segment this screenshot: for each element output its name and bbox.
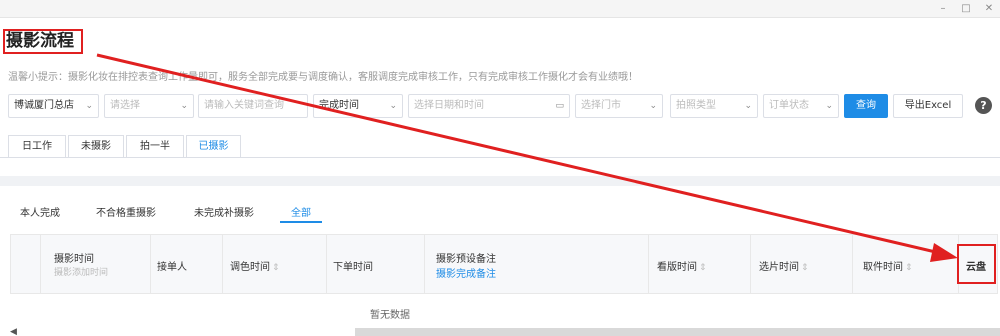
col-order-time: 下单时间	[327, 235, 425, 293]
col-done-note-label[interactable]: 摄影完成备注	[436, 265, 496, 280]
city-select-placeholder: 选择门市	[581, 100, 621, 111]
col-select-time-label: 选片时间	[759, 262, 799, 273]
tab-divider	[0, 157, 1000, 158]
col-color-time[interactable]: 调色时间 ⇕	[223, 235, 327, 293]
keyword-input[interactable]: 请输入关键词查询	[198, 94, 308, 118]
subtab-supplement[interactable]: 未完成补摄影	[194, 204, 254, 219]
chevron-left-icon[interactable]: ◀	[10, 327, 17, 336]
col-pickup-time-label: 取件时间	[863, 262, 903, 273]
chevron-down-icon: ⌄	[85, 101, 93, 111]
shoot-type-placeholder: 拍照类型	[676, 100, 716, 111]
col-cloud-label: 云盘	[966, 262, 986, 273]
col-notes: 摄影预设备注 摄影完成备注	[425, 235, 649, 293]
maximize-icon[interactable]: □	[959, 2, 973, 16]
col-shoot-added-label: 摄影添加时间	[54, 268, 109, 278]
page-title: 摄影流程	[6, 31, 74, 51]
empty-state: 暂无数据	[370, 310, 410, 321]
generic-select-placeholder: 请选择	[110, 100, 140, 111]
time-type-value: 完成时间	[319, 100, 359, 111]
tip-text: 温馨小提示：摄影化妆在排控表查询工作量即可，服务全部完成要与调度确认，客服调度完…	[8, 72, 638, 83]
chevron-down-icon: ⌄	[744, 101, 752, 111]
tab-shot[interactable]: 已摄影	[186, 135, 241, 158]
close-icon[interactable]: ✕	[982, 2, 996, 16]
tab-half-shot[interactable]: 拍一半	[126, 135, 184, 158]
chevron-down-icon: ⌄	[649, 101, 657, 111]
subtab-active-indicator	[280, 221, 322, 223]
table-header: 摄影时间 摄影添加时间 接单人 调色时间 ⇕ 下单时间 摄影预设备注 摄影完成备注…	[10, 234, 998, 294]
date-picker-placeholder: 选择日期和时间	[414, 100, 484, 111]
filter-panel: 摄影流程 温馨小提示：摄影化妆在排控表查询工作量即可，服务全部完成要与调度确认，…	[0, 18, 1000, 176]
window-titlebar: – □ ✕	[0, 0, 1000, 18]
tab-daily-work[interactable]: 日工作	[8, 135, 66, 158]
col-pickup-time[interactable]: 取件时间 ⇕	[853, 235, 959, 293]
generic-select[interactable]: 请选择 ⌄	[104, 94, 194, 118]
store-select[interactable]: 博诚厦门总店 ⌄	[8, 94, 99, 118]
col-preset-note-label: 摄影预设备注	[436, 254, 496, 265]
sort-icon[interactable]: ⇕	[272, 263, 280, 273]
chevron-down-icon: ⌄	[180, 101, 188, 111]
sort-icon[interactable]: ⇕	[801, 263, 809, 273]
col-select-time[interactable]: 选片时间 ⇕	[751, 235, 853, 293]
sort-icon[interactable]: ⇕	[905, 263, 913, 273]
store-select-value: 博诚厦门总店	[14, 100, 74, 111]
time-type-select[interactable]: 完成时间 ⌄	[313, 94, 403, 118]
tab-not-shot[interactable]: 未摄影	[68, 135, 124, 158]
results-panel: 本人完成 不合格重摄影 未完成补摄影 全部 摄影时间 摄影添加时间 接单人 调色…	[0, 186, 1000, 336]
col-receiver-label: 接单人	[157, 262, 187, 273]
chevron-down-icon: ⌄	[389, 101, 397, 111]
chevron-down-icon: ⌄	[825, 101, 833, 111]
keyword-input-placeholder: 请输入关键词查询	[204, 100, 284, 111]
date-picker[interactable]: 选择日期和时间 ▭	[408, 94, 570, 118]
sort-icon[interactable]: ⇕	[699, 263, 707, 273]
subtab-self-done[interactable]: 本人完成	[20, 204, 60, 219]
col-layout-time[interactable]: 看版时间 ⇕	[649, 235, 751, 293]
horizontal-scrollbar[interactable]	[355, 328, 1000, 336]
col-receiver: 接单人	[151, 235, 223, 293]
calendar-icon: ▭	[555, 101, 564, 111]
minimize-icon[interactable]: –	[936, 2, 950, 16]
query-button[interactable]: 查询	[844, 94, 888, 118]
col-shoot-time-label: 摄影时间	[54, 254, 94, 265]
col-select	[11, 235, 41, 293]
col-color-time-label: 调色时间	[230, 262, 270, 273]
export-excel-button[interactable]: 导出Excel	[893, 94, 963, 118]
col-cloud: 云盘	[959, 235, 999, 293]
col-shoot-time: 摄影时间 摄影添加时间	[41, 235, 151, 293]
col-layout-time-label: 看版时间	[657, 262, 697, 273]
order-status-select[interactable]: 订单状态 ⌄	[763, 94, 839, 118]
subtab-all[interactable]: 全部	[291, 204, 311, 219]
question-icon[interactable]: ?	[975, 97, 992, 114]
order-status-placeholder: 订单状态	[769, 100, 809, 111]
shoot-type-select[interactable]: 拍照类型 ⌄	[670, 94, 758, 118]
col-order-time-label: 下单时间	[333, 262, 373, 273]
city-select[interactable]: 选择门市 ⌄	[575, 94, 663, 118]
subtab-reshoot[interactable]: 不合格重摄影	[96, 204, 156, 219]
